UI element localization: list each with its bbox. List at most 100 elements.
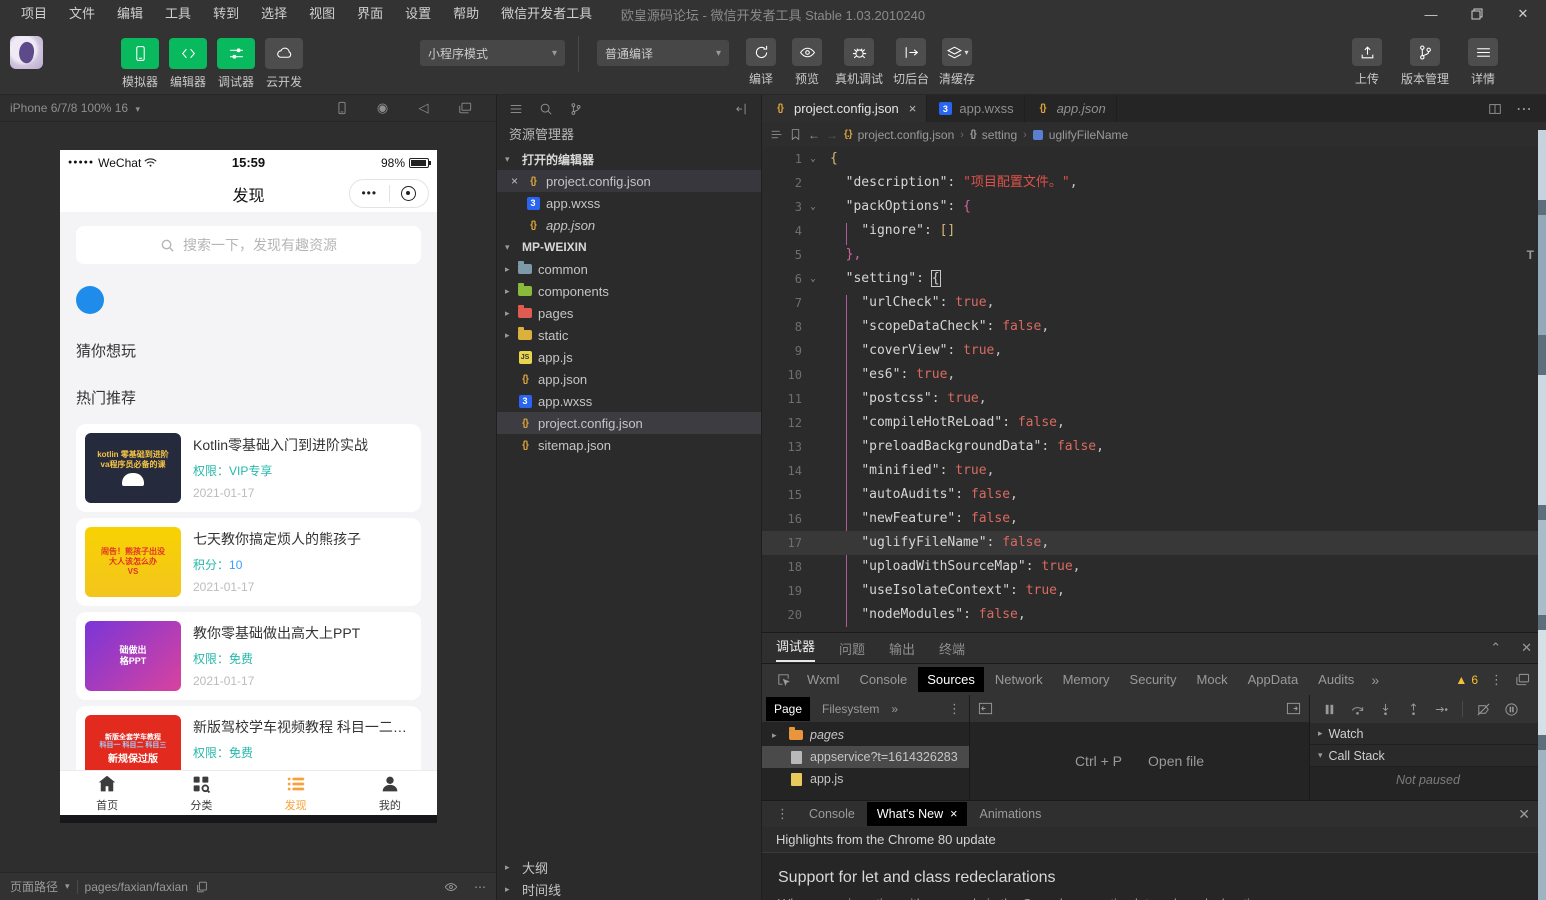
toolbar-button-预览[interactable]: 预览 xyxy=(786,38,828,87)
toolbar-button-清缓存[interactable]: ▾清缓存 xyxy=(936,38,978,87)
tab-overflow-icon[interactable]: » xyxy=(1365,672,1385,688)
code-line[interactable]: 14 "minified": true, xyxy=(762,459,1546,483)
folder-item[interactable]: ▸pages xyxy=(497,302,761,324)
debugger-tab-输出[interactable]: 输出 xyxy=(889,639,915,658)
sources-tree-item[interactable]: app.js xyxy=(762,768,969,790)
sources-nav-Filesystem[interactable]: Filesystem xyxy=(814,697,887,721)
code-line[interactable]: 6⌄ "setting": { xyxy=(762,267,1546,291)
editor-tab-app.wxss[interactable]: 3app.wxss xyxy=(927,95,1024,122)
course-card[interactable]: 新版全套学车教程科目一 科目二 科目三新规保过版新版驾校学车视频教程 科目一二三… xyxy=(76,706,421,770)
compile-select[interactable]: 普通编译 ▾ xyxy=(597,40,729,66)
devtools-tab-Memory[interactable]: Memory xyxy=(1054,667,1119,692)
device-selector[interactable]: iPhone 6/7/8 100% 16 ▾ xyxy=(10,101,140,115)
toolbar-button-真机调试[interactable]: 真机调试 xyxy=(832,38,886,87)
debugger-tab-问题[interactable]: 问题 xyxy=(839,639,865,658)
collapse-panel-icon[interactable] xyxy=(735,102,749,116)
drawer-tab-What's New[interactable]: What's New× xyxy=(867,802,968,826)
inspect-icon[interactable] xyxy=(770,672,796,687)
list-icon[interactable] xyxy=(509,102,523,116)
toolbar-button-调试器[interactable]: 调试器 xyxy=(213,38,259,90)
toolbar-button-编辑器[interactable]: 编辑器 xyxy=(165,38,211,90)
folder-item[interactable]: ▸common xyxy=(497,258,761,280)
phone-tab-分类[interactable]: 分类 xyxy=(154,771,248,815)
code-line[interactable]: 17 "uglifyFileName": false, xyxy=(762,531,1546,555)
toolbar-button-版本管理[interactable]: 版本管理 xyxy=(1402,38,1448,87)
pause-on-exceptions-icon[interactable] xyxy=(1504,702,1519,717)
devtools-tab-Audits[interactable]: Audits xyxy=(1309,667,1363,692)
code-line[interactable]: 15 "autoAudits": false, xyxy=(762,483,1546,507)
devtools-tab-Sources[interactable]: Sources xyxy=(918,667,984,692)
code-line[interactable]: 18 "uploadWithSourceMap": true, xyxy=(762,555,1546,579)
tab-overflow-icon[interactable]: » xyxy=(891,702,898,716)
more-vertical-icon[interactable]: ⋮ xyxy=(768,806,797,822)
code-line[interactable]: 12 "compileHotReLoad": false, xyxy=(762,411,1546,435)
phone-tab-首页[interactable]: 首页 xyxy=(60,771,154,815)
devtools-tab-Network[interactable]: Network xyxy=(986,667,1052,692)
toolbar-button-切后台[interactable]: 切后台 xyxy=(890,38,932,87)
toolbar-button-详情[interactable]: 详情 xyxy=(1460,38,1506,87)
course-card[interactable]: 础做出格PPT教你零基础做出高大上PPT权限：免费2021-01-17 xyxy=(76,612,421,700)
menu-item-视图[interactable]: 视图 xyxy=(298,0,346,28)
breadcrumb-field[interactable]: uglifyFileName xyxy=(1049,128,1128,142)
chevron-down-icon[interactable]: ▾ xyxy=(65,881,70,892)
deactivate-breakpoints-icon[interactable] xyxy=(1476,702,1491,717)
device-frame-icon[interactable] xyxy=(334,101,349,116)
close-button[interactable]: ✕ xyxy=(1500,0,1546,28)
devtools-tab-Mock[interactable]: Mock xyxy=(1188,667,1237,692)
open-editor-item[interactable]: 3app.wxss xyxy=(497,192,761,214)
menu-item-项目[interactable]: 项目 xyxy=(10,0,58,28)
split-icon[interactable] xyxy=(1488,102,1502,116)
editor-tab-app.json[interactable]: {}app.json xyxy=(1025,95,1117,122)
file-item[interactable]: {}sitemap.json xyxy=(497,434,761,456)
nav-forward-icon[interactable]: → xyxy=(826,128,838,142)
editor-tab-project.config.json[interactable]: {}project.config.json× xyxy=(762,95,927,122)
outline-icon[interactable] xyxy=(770,128,783,141)
open-file-label[interactable]: Open file xyxy=(1148,753,1204,769)
debugger-tab-终端[interactable]: 终端 xyxy=(939,639,965,658)
expand-right-icon[interactable] xyxy=(1286,701,1301,716)
more-options-icon[interactable]: ⋯ xyxy=(474,880,486,894)
course-card[interactable]: 闹告！熊孩子出没大人该怎么办VS七天教你搞定烦人的熊孩子积分：102021-01… xyxy=(76,518,421,606)
maximize-button[interactable] xyxy=(1454,0,1500,28)
devtools-tab-Security[interactable]: Security xyxy=(1121,667,1186,692)
mode-select[interactable]: 小程序模式 ▾ xyxy=(420,40,565,66)
code-line[interactable]: 8 "scopeDataCheck": false, xyxy=(762,315,1546,339)
sound-icon[interactable]: ◁ xyxy=(416,101,431,116)
minimize-button[interactable]: — xyxy=(1408,0,1454,28)
pause-icon[interactable] xyxy=(1322,702,1337,717)
menu-item-界面[interactable]: 界面 xyxy=(346,0,394,28)
more-vertical-icon[interactable]: ⋮ xyxy=(948,701,965,717)
devtools-tab-Console[interactable]: Console xyxy=(851,667,917,692)
breadcrumb-file[interactable]: project.config.json xyxy=(858,128,955,142)
bookmark-icon[interactable] xyxy=(789,128,802,141)
phone-tab-发现[interactable]: 发现 xyxy=(249,771,343,815)
code-line[interactable]: 7 "urlCheck": true, xyxy=(762,291,1546,315)
open-editor-item[interactable]: ×{}project.config.json xyxy=(497,170,761,192)
open-editors-section[interactable]: ▾打开的编辑器 xyxy=(497,148,761,170)
code-line[interactable]: 4 "ignore": [] xyxy=(762,219,1546,243)
eye-icon[interactable] xyxy=(444,880,458,894)
file-item[interactable]: JSapp.js xyxy=(497,346,761,368)
toolbar-button-上传[interactable]: 上传 xyxy=(1344,38,1390,87)
sources-nav-Page[interactable]: Page xyxy=(766,697,810,721)
warning-badge[interactable]: ▲6 xyxy=(1455,673,1478,687)
menu-item-文件[interactable]: 文件 xyxy=(58,0,106,28)
avatar-dot[interactable] xyxy=(76,286,104,314)
sources-tree-item[interactable]: ▸pages xyxy=(762,724,969,746)
collapse-left-icon[interactable] xyxy=(978,701,993,716)
copy-icon[interactable] xyxy=(195,880,209,894)
more-actions-icon[interactable]: ⋯ xyxy=(1516,99,1532,119)
popout-icon[interactable] xyxy=(1515,672,1530,687)
multi-window-icon[interactable] xyxy=(457,101,472,116)
fold-icon[interactable]: ⌄ xyxy=(802,147,824,171)
close-icon[interactable]: ✕ xyxy=(1521,640,1532,656)
nav-back-icon[interactable]: ← xyxy=(808,128,820,142)
devtools-tab-Wxml[interactable]: Wxml xyxy=(798,667,849,692)
toolbar-button-模拟器[interactable]: 模拟器 xyxy=(117,38,163,90)
menu-item-编辑[interactable]: 编辑 xyxy=(106,0,154,28)
toolbar-button-云开发[interactable]: 云开发 xyxy=(261,38,307,90)
menu-item-选择[interactable]: 选择 xyxy=(250,0,298,28)
drawer-tab-Animations[interactable]: Animations xyxy=(969,802,1051,826)
code-line[interactable]: 2 "description": "项目配置文件。", xyxy=(762,171,1546,195)
step-into-icon[interactable] xyxy=(1378,702,1393,717)
